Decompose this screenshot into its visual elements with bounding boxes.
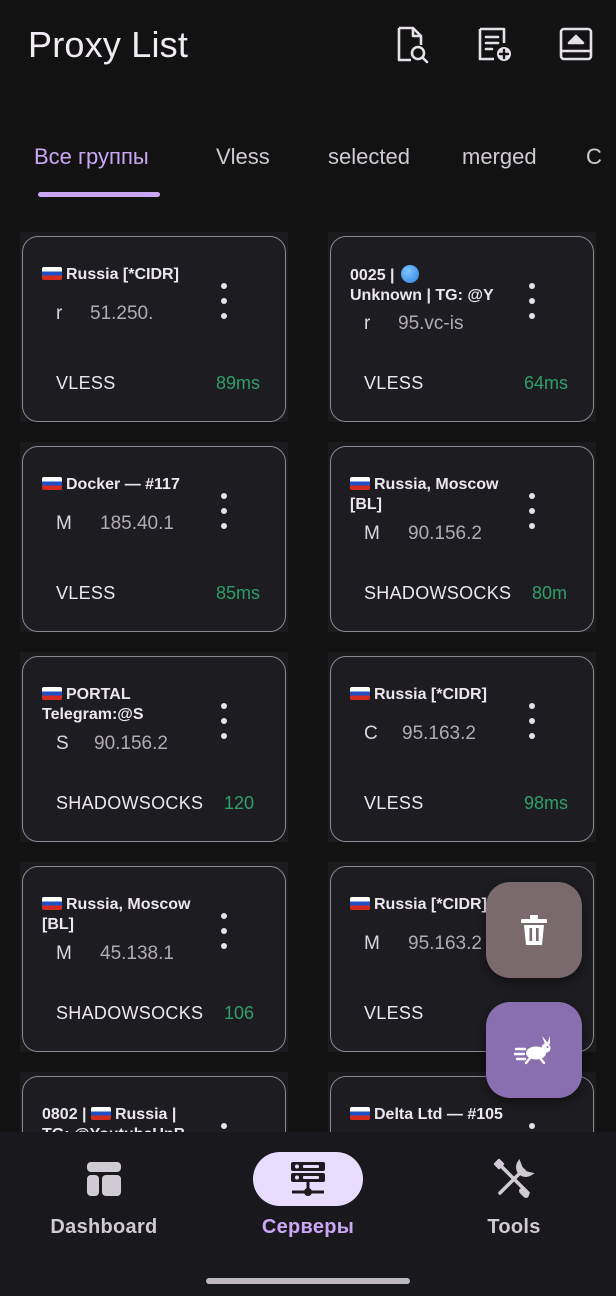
russia-flag-icon — [350, 897, 370, 910]
ping-label: 85ms — [216, 583, 261, 603]
server-name: 0802 | Russia | TG: @YoutubeUnB — [42, 1106, 185, 1132]
server-name: Docker — #117 — [42, 475, 202, 495]
server-grid: Russia [*CIDR] r 51.250. VLESS 89ms 0025… — [0, 232, 616, 1132]
server-name: Delta Ltd — #105 — [350, 1105, 510, 1125]
protocol-label: VLESS — [364, 793, 424, 813]
server-type: S — [56, 733, 69, 754]
tab-c[interactable]: C — [586, 144, 602, 170]
russia-flag-icon — [350, 687, 370, 700]
protocol-label: SHADOWSOCKS — [56, 1003, 204, 1023]
server-address: 185.40.1 — [100, 513, 174, 534]
tab-all-groups[interactable]: Все группы — [34, 144, 149, 170]
page-title: Proxy List — [28, 24, 189, 65]
russia-flag-icon — [350, 477, 370, 490]
more-vert-icon[interactable] — [525, 283, 539, 319]
more-vert-icon[interactable] — [525, 493, 539, 529]
russia-flag-icon — [42, 687, 62, 700]
server-name: Russia, Moscow [BL] — [350, 476, 499, 513]
server-type: M — [364, 523, 380, 544]
ping-label: 89ms — [216, 373, 261, 393]
servers-icon — [291, 1162, 325, 1196]
server-name: PORTAL Telegram:@S — [42, 686, 144, 723]
russia-flag-icon — [42, 477, 62, 490]
ping-label: 106 — [224, 1003, 255, 1023]
server-address: 90.156.2 — [408, 523, 482, 544]
server-card[interactable]: 0802 | Russia | TG: @YoutubeUnB — [20, 1072, 288, 1132]
running-rabbit-icon — [514, 1036, 551, 1065]
add-list-button[interactable] — [472, 22, 516, 66]
search-document-button[interactable] — [388, 22, 432, 66]
server-card[interactable]: Russia, Moscow [BL] M 45.138.1 SHADOWSOC… — [20, 862, 288, 1052]
more-vert-icon[interactable] — [217, 913, 231, 949]
server-address: 95.163.2 — [408, 933, 482, 954]
server-address: 51.250. — [90, 303, 154, 324]
protocol-label: SHADOWSOCKS — [56, 793, 204, 813]
nav-label: Серверы — [261, 1216, 355, 1238]
russia-flag-icon — [42, 267, 62, 280]
server-card[interactable]: Russia, Moscow [BL] M 90.156.2 SHADOWSOC… — [328, 442, 596, 632]
delete-button[interactable] — [486, 882, 582, 978]
server-card[interactable]: Docker — #117 M 185.40.1 VLESS 85ms — [20, 442, 288, 632]
more-vert-icon[interactable] — [217, 1123, 231, 1132]
nav-tools[interactable]: Tools — [424, 1152, 604, 1252]
server-type: r — [56, 303, 63, 324]
server-type: C — [364, 723, 378, 744]
tab-merged[interactable]: merged — [462, 144, 537, 170]
server-address: 90.156.2 — [94, 733, 168, 754]
ping-label: 64ms — [524, 373, 569, 393]
trash-icon — [521, 915, 547, 945]
app-header: Proxy List — [0, 0, 616, 92]
home-indicator[interactable] — [206, 1278, 410, 1284]
document-search-icon — [397, 26, 429, 64]
protocol-label: SHADOWSOCKS — [364, 583, 512, 603]
more-vert-icon[interactable] — [217, 493, 231, 529]
server-type: M — [56, 943, 72, 964]
globe-icon — [400, 265, 419, 283]
dashboard-icon — [87, 1162, 121, 1196]
server-name: Russia [*CIDR] — [42, 265, 202, 285]
upload-tray-icon — [559, 27, 593, 61]
protocol-label: VLESS — [56, 373, 116, 393]
group-tabs: Все группы Vless selected merged C — [0, 130, 616, 200]
russia-flag-icon — [42, 897, 62, 910]
ping-label: 98ms — [524, 793, 569, 813]
russia-flag-icon — [90, 1107, 111, 1120]
more-vert-icon[interactable] — [217, 703, 231, 739]
tab-selected[interactable]: selected — [328, 144, 410, 170]
more-vert-icon[interactable] — [525, 1123, 539, 1132]
server-type: M — [364, 933, 380, 954]
server-name: Russia [*CIDR] — [350, 685, 510, 705]
protocol-label: VLESS — [364, 373, 424, 393]
server-card[interactable]: PORTAL Telegram:@S S 90.156.2 SHADOWSOCK… — [20, 652, 288, 842]
nav-label: Tools — [487, 1216, 541, 1238]
more-vert-icon[interactable] — [217, 283, 231, 319]
bottom-navigation: Dashboard Серверы Tools — [0, 1132, 616, 1296]
protocol-label: VLESS — [364, 1003, 424, 1023]
server-card[interactable]: Russia [*CIDR] C 95.163.2 VLESS 98ms — [328, 652, 596, 842]
add-document-icon — [478, 27, 511, 61]
tools-icon — [493, 1158, 535, 1198]
server-card[interactable]: 0025 | Unknown | TG: @Y r 95.vc-is VLESS… — [328, 232, 596, 422]
tab-indicator — [38, 192, 160, 197]
server-name: 0025 | Unknown | TG: @Y — [350, 265, 494, 304]
server-card[interactable]: Russia [*CIDR] r 51.250. VLESS 89ms — [20, 232, 288, 422]
server-type: M — [56, 513, 72, 534]
ping-label: 80m — [532, 583, 568, 603]
russia-flag-icon — [350, 1107, 370, 1120]
server-address: 45.138.1 — [100, 943, 174, 964]
tab-vless[interactable]: Vless — [216, 144, 270, 170]
more-vert-icon[interactable] — [525, 703, 539, 739]
ping-label: 120 — [224, 793, 255, 813]
import-button[interactable] — [554, 22, 598, 66]
server-name: Russia, Moscow [BL] — [42, 896, 191, 933]
server-address: 95.vc-is — [398, 313, 464, 334]
server-type: r — [364, 313, 371, 334]
nav-servers[interactable]: Серверы — [218, 1152, 398, 1252]
protocol-label: VLESS — [56, 583, 116, 603]
speed-test-button[interactable] — [486, 1002, 582, 1098]
server-address: 95.163.2 — [402, 723, 476, 744]
nav-label: Dashboard — [50, 1216, 158, 1238]
nav-dashboard[interactable]: Dashboard — [14, 1152, 194, 1252]
